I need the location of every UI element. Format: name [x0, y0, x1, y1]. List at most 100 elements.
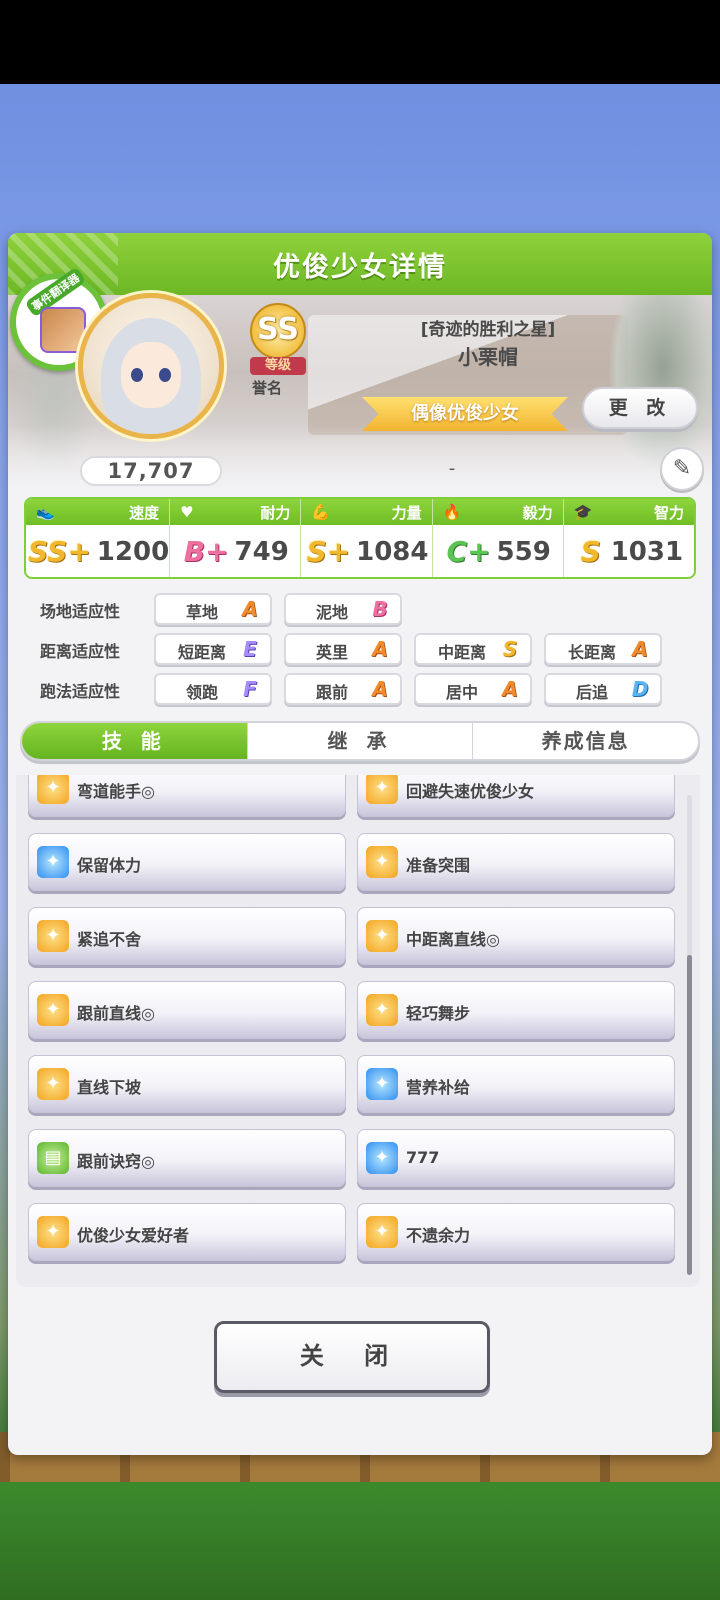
skill-item[interactable]: ✦ 优俊少女爱好者 — [28, 1203, 346, 1261]
skill-green-icon: ▤ — [37, 1142, 69, 1174]
stats-panel: 👟 速度 SS+ 1200 ♥ 耐力 B+ 749 💪 力量 S+ 1084 🔥 毅力 C+ 5… — [24, 497, 696, 579]
stat-stamina: ♥ 耐力 B+ 749 — [170, 499, 302, 577]
aptitude-name: 草地 — [185, 603, 218, 622]
stat-value: 749 — [234, 537, 289, 567]
dialog-header: 优俊少女详情 — [8, 233, 712, 295]
stat-value: 1200 — [96, 537, 170, 567]
stat-label: 速度 — [129, 503, 160, 522]
skill-item[interactable]: ✦ 不遗余力 — [357, 1203, 675, 1261]
honor-label: 誉名 — [252, 379, 283, 397]
skill-gold-icon: ✦ — [366, 920, 398, 952]
stat-label: 耐力 — [260, 503, 291, 522]
skill-item[interactable]: ✦ 营养补给 — [357, 1055, 675, 1113]
skill-item[interactable]: ✦ 777 — [357, 1129, 675, 1187]
aptitude-label: 场地适应性 — [40, 602, 121, 621]
skill-gold-icon: ✦ — [366, 994, 398, 1026]
stat-grade: SS+ — [28, 535, 91, 568]
skill-item[interactable]: ✦ 直线下坡 — [28, 1055, 346, 1113]
skill-name: 跟前诀窍◎ — [77, 1152, 155, 1171]
skill-gold-icon: ✦ — [366, 1216, 398, 1248]
rank-label: 等级 — [250, 357, 306, 375]
skill-name: 直线下坡 — [77, 1078, 142, 1097]
detail-tabs: 技 能 继 承 养成信息 — [20, 721, 700, 761]
profile-sub-value: - — [448, 458, 456, 479]
stat-power: 💪 力量 S+ 1084 — [301, 499, 433, 577]
aptitude-name: 短距离 — [177, 643, 226, 662]
fan-count: 17,707 — [80, 456, 222, 486]
aptitude-cell: 短距离 E — [154, 633, 272, 665]
skill-item[interactable]: ✦ 保留体力 — [28, 833, 346, 891]
umamusume-detail-dialog: 优俊少女详情 事件翻译器 17,707 SS 等级 誉名 [奇迹的胜利之星] 小… — [8, 233, 712, 1455]
skill-item[interactable]: ✦ 准备突围 — [357, 833, 675, 891]
heart-icon: ♥ — [180, 503, 194, 521]
skill-name: 中距离直线◎ — [406, 930, 500, 949]
aptitude-name: 泥地 — [315, 603, 348, 622]
stat-label: 力量 — [391, 503, 422, 522]
aptitude-grade: A — [372, 677, 388, 701]
rank-emblem: SS — [250, 303, 306, 359]
skill-item[interactable]: ✦ 跟前直线◎ — [28, 981, 346, 1039]
skill-gold-icon: ✦ — [37, 1216, 69, 1248]
stat-guts: 🔥 毅力 C+ 559 — [432, 499, 564, 577]
tab-training-info[interactable]: 养成信息 — [473, 723, 698, 759]
aptitude-grade: S — [502, 637, 518, 661]
distance-aptitude-row: 距离适应性 短距离 E 英里 A 中距离 S 长距离 A — [28, 633, 708, 665]
aptitude-grade: A — [242, 597, 258, 621]
skill-name: 跟前直线◎ — [77, 1004, 155, 1023]
tab-inheritance[interactable]: 继 承 — [248, 723, 474, 759]
aptitude-grade: F — [243, 677, 257, 701]
skill-list[interactable]: ✦ 弯道能手◎ ✦ 回避失速优俊少女 ✦ 保留体力 ✦ 准备突围 ✦ 紧追不舍 … — [16, 775, 700, 1287]
skill-blue-icon: ✦ — [366, 1068, 398, 1100]
stat-grade: C+ — [446, 535, 491, 568]
aptitude-name: 居中 — [445, 683, 478, 702]
aptitude-cell: 英里 A — [284, 633, 402, 665]
skill-name: 777 — [406, 1148, 440, 1167]
aptitude-cell: 领跑 F — [154, 673, 272, 705]
character-epithet: [奇迹的胜利之星] — [420, 320, 556, 340]
skill-gold-icon: ✦ — [37, 775, 69, 804]
skill-name: 保留体力 — [77, 856, 142, 875]
shoe-icon: 👟 — [36, 503, 55, 521]
skill-gold-icon: ✦ — [37, 994, 69, 1026]
aptitude-label: 距离适应性 — [40, 642, 121, 661]
graduation-cap-icon: 🎓 — [573, 503, 593, 521]
skill-name: 轻巧舞步 — [406, 1004, 471, 1023]
aptitude-name: 跟前 — [315, 683, 348, 702]
track-aptitude-row: 场地适应性 草地 A 泥地 B — [28, 593, 708, 625]
skill-gold-icon: ✦ — [37, 1068, 69, 1100]
tab-skills[interactable]: 技 能 — [22, 723, 248, 759]
close-button[interactable]: 关 闭 — [214, 1321, 490, 1393]
aptitude-label: 跑法适应性 — [40, 682, 121, 701]
skill-item[interactable]: ▤ 跟前诀窍◎ — [28, 1129, 346, 1187]
skill-name: 准备突围 — [406, 856, 471, 875]
skill-item[interactable]: ✦ 紧追不舍 — [28, 907, 346, 965]
skill-item[interactable]: ✦ 中距离直线◎ — [357, 907, 675, 965]
skill-item[interactable]: ✦ 弯道能手◎ — [28, 775, 346, 817]
aptitude-cell: 跟前 A — [284, 673, 402, 705]
stat-label: 智力 — [653, 503, 684, 522]
stat-value: 1084 — [356, 537, 429, 567]
stat-grade: B+ — [183, 535, 229, 568]
muscle-icon: 💪 — [311, 503, 331, 521]
skill-gold-icon: ✦ — [366, 775, 398, 804]
edit-pencil-button[interactable]: ✎ — [660, 447, 704, 491]
aptitude-name: 后追 — [575, 683, 608, 702]
character-portrait[interactable] — [78, 293, 224, 439]
change-title-button[interactable]: 更 改 — [582, 387, 698, 429]
aptitude-name: 英里 — [315, 643, 348, 662]
portrait-face — [121, 342, 181, 408]
flame-icon: 🔥 — [442, 503, 462, 521]
scrollbar-thumb[interactable] — [687, 955, 692, 1275]
stat-label: 毅力 — [522, 503, 553, 522]
translator-avatar-icon — [40, 307, 86, 353]
skill-name: 优俊少女爱好者 — [77, 1226, 190, 1245]
aptitude-grade: E — [243, 637, 257, 661]
aptitude-name: 长距离 — [567, 643, 616, 662]
character-title-ribbon: 偶像优俊少女 — [362, 397, 568, 431]
aptitude-name: 领跑 — [185, 683, 218, 702]
aptitude-cell: 长距离 A — [544, 633, 662, 665]
skill-item[interactable]: ✦ 轻巧舞步 — [357, 981, 675, 1039]
skill-gold-icon: ✦ — [366, 846, 398, 878]
status-bar — [0, 0, 720, 84]
skill-item[interactable]: ✦ 回避失速优俊少女 — [357, 775, 675, 817]
